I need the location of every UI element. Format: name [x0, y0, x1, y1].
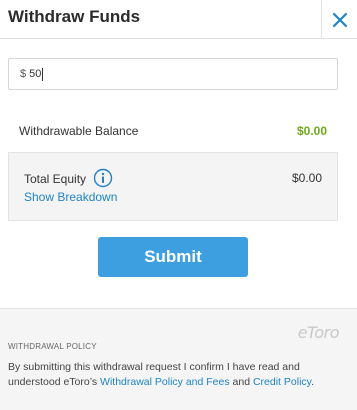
total-equity-label: Total Equity	[24, 172, 87, 186]
policy-text-part2: and	[229, 376, 253, 388]
withdrawable-balance-row: Withdrawable Balance $0.00	[19, 123, 327, 139]
withdrawal-policy-link[interactable]: Withdrawal Policy and Fees	[100, 376, 230, 388]
close-icon	[332, 12, 347, 27]
withdrawable-balance-label: Withdrawable Balance	[19, 124, 139, 138]
header: Withdraw Funds	[0, 0, 357, 39]
page-title: Withdraw Funds	[8, 7, 141, 26]
total-equity-value: $0.00	[291, 171, 322, 185]
submit-button[interactable]: Submit	[98, 237, 248, 277]
total-equity-panel: Total Equity $0.00 Show Breakdown	[8, 152, 338, 221]
withdrawal-policy-text: By submitting this withdrawal request I …	[8, 360, 348, 390]
amount-input[interactable]: $ 50	[8, 58, 338, 90]
withdrawal-policy-title: WITHDRAWAL POLICY	[8, 342, 97, 351]
text-caret	[42, 67, 44, 81]
policy-text-part3: .	[311, 376, 315, 388]
withdrawal-policy-footer: eToro WITHDRAWAL POLICY By submitting th…	[0, 308, 357, 410]
info-icon[interactable]	[93, 168, 113, 188]
close-button[interactable]	[321, 0, 357, 39]
withdrawable-balance-value: $0.00	[296, 124, 327, 138]
etoro-logo: eToro	[297, 323, 340, 342]
show-breakdown-link[interactable]: Show Breakdown	[24, 190, 117, 204]
credit-policy-link[interactable]: Credit Policy	[253, 376, 311, 388]
currency-symbol: $	[20, 68, 27, 80]
amount-value: 50	[29, 68, 42, 80]
